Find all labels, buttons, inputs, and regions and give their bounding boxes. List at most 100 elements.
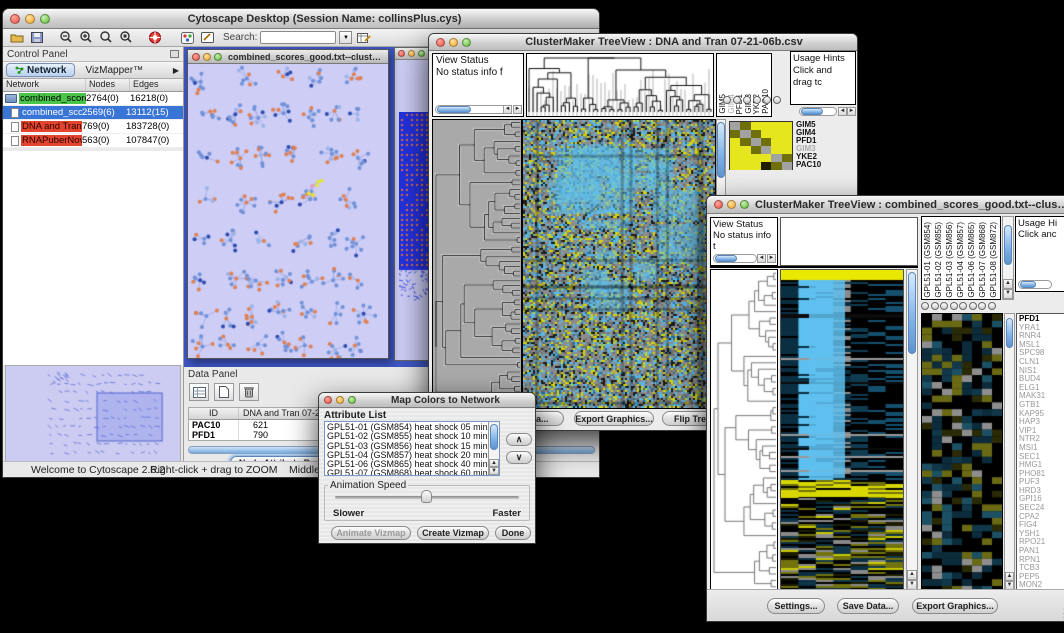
- birdseye-view[interactable]: [5, 365, 181, 463]
- animation-speed-slider-thumb[interactable]: [421, 490, 432, 503]
- scroll-up-icon[interactable]: ▲: [1003, 279, 1013, 289]
- select-icon[interactable]: [763, 96, 771, 104]
- new-attribute-icon[interactable]: [214, 383, 234, 401]
- zoom-fit-icon[interactable]: [97, 30, 114, 45]
- attribute-list-item[interactable]: GPL51-07 (GSM868) heat shock 60 min: [327, 469, 497, 476]
- scroll-right-icon[interactable]: ►: [513, 105, 522, 114]
- minimize-icon[interactable]: [203, 53, 211, 61]
- tv2-gene-vscrollbar[interactable]: ▲ ▼: [1004, 313, 1015, 591]
- select-icon[interactable]: [959, 302, 967, 310]
- attribute-editor-icon[interactable]: [355, 30, 372, 45]
- main-titlebar[interactable]: Cytoscape Desktop (Session Name: collins…: [3, 9, 599, 29]
- move-down-button[interactable]: ∨: [506, 451, 532, 464]
- scroll-left-icon[interactable]: ◄: [503, 105, 512, 114]
- search-dropdown[interactable]: ▼: [339, 31, 352, 44]
- col-header-edges[interactable]: Edges: [130, 79, 183, 91]
- tv2-hints-hscrollbar[interactable]: [1018, 280, 1052, 289]
- tv1-titlebar[interactable]: ClusterMaker TreeView : DNA and Tran 07-…: [429, 34, 857, 51]
- minimize-icon[interactable]: [25, 14, 35, 24]
- flip-icon[interactable]: [978, 302, 986, 310]
- tv1-global-heatmap[interactable]: [522, 119, 716, 409]
- zoom-in-icon[interactable]: [921, 302, 929, 310]
- zoom-window-icon[interactable]: [418, 50, 425, 57]
- save-data-button[interactable]: Save Data...: [837, 598, 899, 614]
- attribute-table-icon[interactable]: [189, 383, 209, 401]
- zoom-window-icon[interactable]: [40, 14, 50, 24]
- annotation-icon[interactable]: [199, 30, 216, 45]
- tv2-detail-heatmap[interactable]: [921, 313, 1003, 591]
- close-icon[interactable]: [436, 38, 445, 47]
- done-button[interactable]: Done: [495, 526, 531, 540]
- scroll-down-icon[interactable]: ▼: [489, 467, 499, 475]
- scroll-left-icon[interactable]: ◄: [838, 107, 847, 116]
- tab-vizmapper[interactable]: VizMapper™: [75, 65, 153, 76]
- minimize-icon[interactable]: [449, 38, 458, 47]
- tab-network[interactable]: Network: [6, 63, 75, 77]
- close-icon[interactable]: [324, 396, 332, 404]
- dialog-titlebar[interactable]: Map Colors to Network: [319, 393, 535, 408]
- zoom-in-icon[interactable]: [723, 96, 731, 104]
- close-icon[interactable]: [714, 200, 723, 209]
- tv1-column-dendrogram[interactable]: [526, 53, 714, 117]
- settings-icon[interactable]: [988, 302, 996, 310]
- zoom-out-icon[interactable]: [733, 96, 741, 104]
- zoom-window-icon[interactable]: [740, 200, 749, 209]
- network-row[interactable]: DNA and Tran 07769(0)183728(0): [3, 120, 183, 134]
- minimize-icon[interactable]: [727, 200, 736, 209]
- zoom-window-icon[interactable]: [214, 53, 222, 61]
- zoom-selected-icon[interactable]: [117, 30, 134, 45]
- tv2-titlebar[interactable]: ClusterMaker TreeView : combined_scores_…: [707, 196, 1064, 214]
- tv2-heatmap-vscrollbar[interactable]: ▲ ▼: [906, 269, 918, 591]
- tv2-label-vscrollbar[interactable]: ▲ ▼: [1002, 216, 1014, 300]
- zoom-out-icon[interactable]: [57, 30, 74, 45]
- search-input[interactable]: [260, 31, 336, 44]
- minimize-icon[interactable]: [336, 396, 344, 404]
- attribute-list-vscrollbar[interactable]: ▲ ▼: [488, 422, 499, 475]
- scroll-up-icon[interactable]: ▲: [489, 459, 499, 467]
- create-vizmap-button[interactable]: Create Vizmap: [417, 526, 489, 540]
- pan-icon[interactable]: [753, 96, 761, 104]
- close-icon[interactable]: [10, 14, 20, 24]
- home-icon[interactable]: [773, 96, 781, 104]
- zoom-reset-icon[interactable]: [743, 96, 751, 104]
- tv1-row-dendrogram[interactable]: [432, 119, 522, 409]
- tv1-detail-hscrollbar[interactable]: [799, 107, 837, 116]
- vizmapper-icon[interactable]: [179, 30, 196, 45]
- dense-network-canvas[interactable]: [399, 112, 429, 302]
- delete-attribute-icon[interactable]: [239, 383, 259, 401]
- tab-overflow-icon[interactable]: ▶: [173, 66, 179, 75]
- network-row[interactable]: combined_sco2569(6)13112(15): [3, 106, 183, 120]
- move-up-button[interactable]: ∧: [506, 433, 532, 446]
- scroll-up-icon[interactable]: ▲: [907, 570, 917, 580]
- zoom-window-icon[interactable]: [348, 396, 356, 404]
- dp-col-id[interactable]: ID: [189, 408, 239, 419]
- export-graphics-button[interactable]: Export Graphics...: [912, 598, 998, 614]
- zoom-reset-icon[interactable]: [940, 302, 948, 310]
- col-header-network[interactable]: Network: [3, 79, 86, 91]
- network-row[interactable]: RNAPuberNov2+|563(0)107847(0): [3, 134, 183, 148]
- network-row[interactable]: combined_scores2764(0)16218(0): [3, 92, 183, 106]
- help-lifering-icon[interactable]: [146, 30, 163, 45]
- network-canvas[interactable]: [188, 64, 388, 358]
- zoom-in-icon[interactable]: [77, 30, 94, 45]
- scroll-right-icon[interactable]: ►: [847, 107, 856, 116]
- close-icon[interactable]: [192, 53, 200, 61]
- tv2-row-dendrogram[interactable]: [710, 269, 778, 591]
- export-graphics-button[interactable]: Export Graphics...: [574, 411, 654, 426]
- scroll-left-icon[interactable]: ◄: [757, 254, 766, 263]
- tv2-global-heatmap[interactable]: [780, 269, 904, 591]
- zoom-out-icon[interactable]: [931, 302, 939, 310]
- float-panel-icon[interactable]: [170, 50, 179, 58]
- col-header-nodes[interactable]: Nodes: [86, 79, 130, 91]
- tv2-status-hscrollbar[interactable]: [713, 254, 757, 263]
- home-icon[interactable]: [969, 302, 977, 310]
- settings-button[interactable]: Settings...: [767, 598, 825, 614]
- tv1-detail-heatmap[interactable]: [729, 121, 793, 170]
- scroll-up-icon[interactable]: ▲: [1005, 572, 1014, 581]
- scroll-down-icon[interactable]: ▼: [1003, 289, 1013, 299]
- pan-icon[interactable]: [950, 302, 958, 310]
- close-icon[interactable]: [398, 50, 405, 57]
- open-file-icon[interactable]: [8, 30, 25, 45]
- animate-vizmap-button[interactable]: Animate Vizmap: [331, 526, 411, 540]
- save-icon[interactable]: [28, 30, 45, 45]
